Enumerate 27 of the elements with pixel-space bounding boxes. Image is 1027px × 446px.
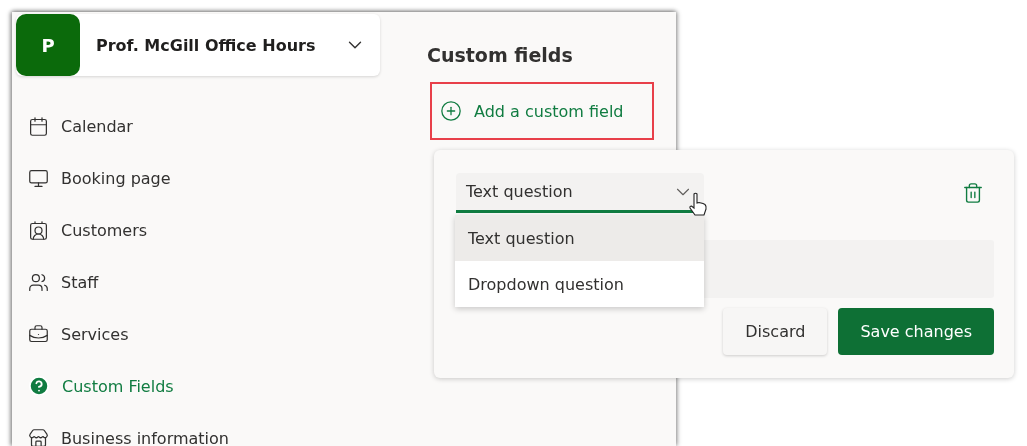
nav-item[interactable]: Booking page <box>28 166 412 190</box>
nav-item[interactable]: Business information <box>28 426 412 446</box>
add-field-button[interactable]: Add a custom field <box>430 82 654 140</box>
avatar: P <box>16 14 80 76</box>
question-type-select[interactable]: Text question <box>456 173 704 213</box>
help-icon <box>28 375 50 397</box>
nav-item[interactable]: Calendar <box>28 114 412 138</box>
menu-option[interactable]: Text question <box>455 215 704 261</box>
nav-item[interactable]: Services <box>28 322 412 346</box>
hand-cursor-icon <box>688 192 708 218</box>
nav-item[interactable]: Custom Fields <box>28 374 412 398</box>
calendar-title: Prof. McGill Office Hours <box>96 35 317 55</box>
calendar-selector[interactable]: P Prof. McGill Office Hours <box>16 14 380 76</box>
delete-icon[interactable] <box>962 182 984 204</box>
section-title: Custom fields <box>427 44 574 66</box>
nav-item[interactable]: Staff <box>28 270 412 294</box>
people-icon <box>28 271 49 293</box>
briefcase-icon <box>28 323 49 345</box>
store-icon <box>28 427 49 446</box>
discard-button[interactable]: Discard <box>723 308 828 355</box>
menu-option[interactable]: Dropdown question <box>455 261 704 307</box>
save-button[interactable]: Save changes <box>838 308 994 355</box>
calendar-icon <box>28 115 49 137</box>
nav-item[interactable]: Customers <box>28 218 412 242</box>
monitor-icon <box>28 167 49 189</box>
plus-icon <box>440 100 462 122</box>
id-badge-icon <box>28 219 49 241</box>
